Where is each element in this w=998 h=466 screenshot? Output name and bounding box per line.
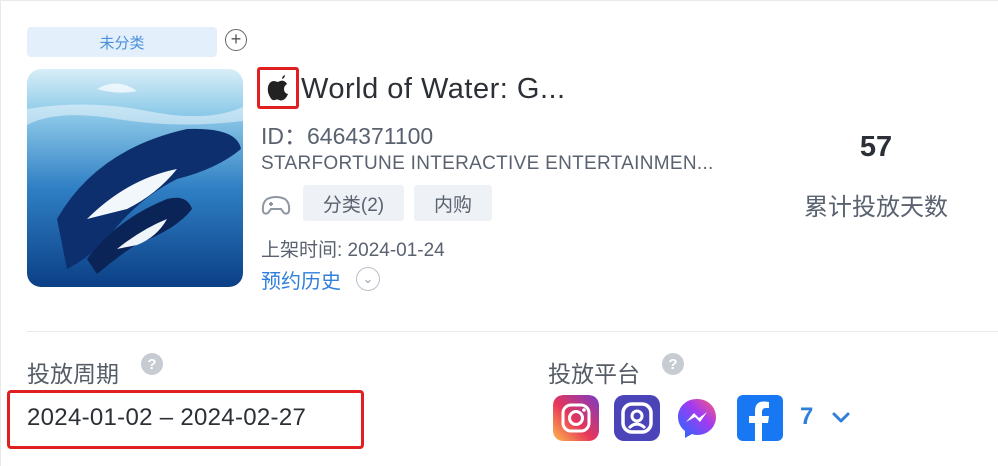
- help-icon[interactable]: ?: [662, 353, 684, 375]
- app-card: 未分类 + World of Water: G... ID：6464371100…: [0, 0, 998, 466]
- messenger-icon[interactable]: [674, 395, 720, 441]
- total-days-label: 累计投放天数: [804, 194, 948, 221]
- chevron-down-icon[interactable]: ⌄: [356, 267, 380, 291]
- release-date: 上架时间: 2024-01-24: [261, 240, 445, 261]
- tag-in-app-purchase: 内购: [414, 185, 492, 221]
- app-id: ID：6464371100: [261, 123, 434, 149]
- category-tag[interactable]: 未分类: [27, 27, 217, 57]
- rounded-app-icon[interactable]: [614, 395, 660, 441]
- app-icon-image[interactable]: [27, 69, 243, 287]
- help-icon[interactable]: ?: [141, 353, 163, 375]
- tag-category[interactable]: 分类(2): [303, 185, 404, 221]
- reservation-history-link[interactable]: 预约历史: [261, 265, 341, 294]
- publisher-name[interactable]: STARFORTUNE INTERACTIVE ENTERTAINMEN...: [261, 153, 714, 175]
- divider: [27, 331, 998, 332]
- facebook-icon[interactable]: [737, 395, 783, 441]
- total-days-value: 57: [859, 131, 893, 163]
- platform-badge: [257, 67, 299, 109]
- period-label: 投放周期: [27, 361, 119, 387]
- more-platforms-count[interactable]: 7: [800, 403, 813, 431]
- instagram-icon[interactable]: [553, 395, 599, 441]
- platform-label: 投放平台: [548, 361, 640, 387]
- chevron-down-icon[interactable]: [829, 405, 853, 429]
- period-value: 2024-01-02 – 2024-02-27: [27, 404, 307, 431]
- apple-icon: [267, 75, 288, 101]
- add-category-icon[interactable]: +: [225, 29, 247, 51]
- gamepad-icon: [261, 196, 291, 215]
- app-title[interactable]: World of Water: G...: [301, 73, 566, 106]
